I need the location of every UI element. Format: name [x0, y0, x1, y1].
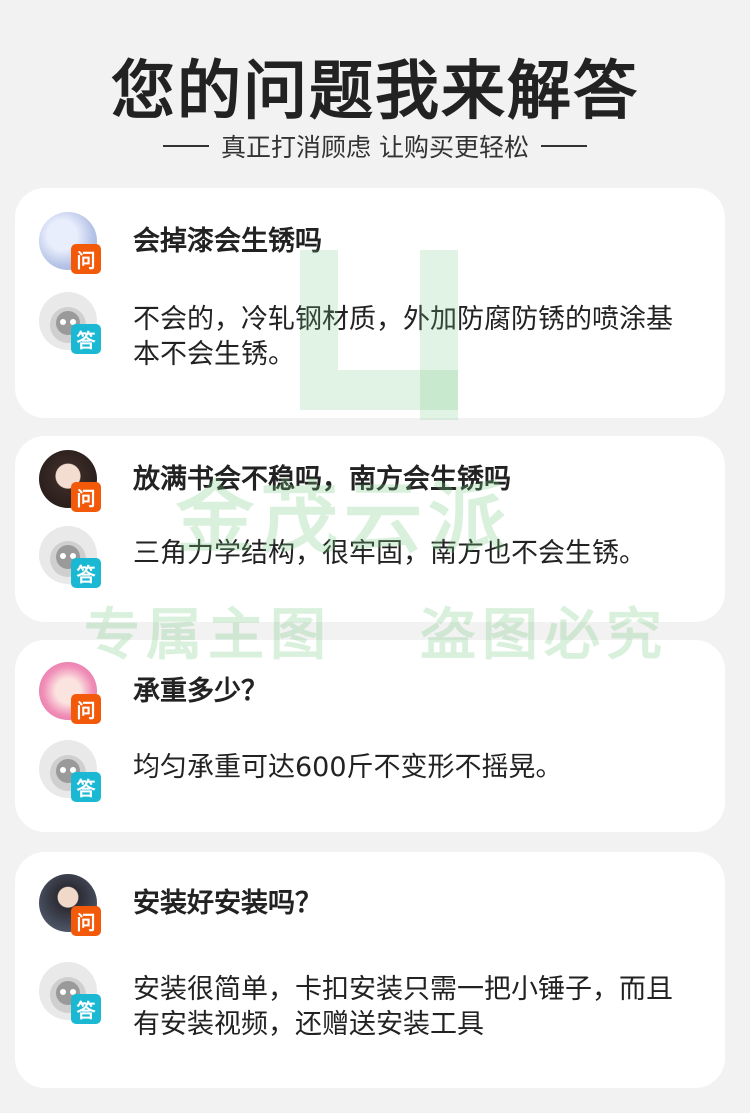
asker-avatar: 问: [39, 874, 101, 936]
answer-row: 答 三角力学结构，很牢固，南方也不会生锈。: [39, 526, 705, 588]
answer-badge: 答: [71, 994, 101, 1024]
answer-row: 答 安装很简单，卡扣安装只需一把小锤子，而且有安装视频，还赠送安装工具: [39, 962, 705, 1042]
question-text: 承重多少？: [133, 676, 268, 707]
seller-avatar: 答: [39, 962, 101, 1024]
question-badge: 问: [71, 694, 101, 724]
subtitle-left-dash: [163, 145, 210, 147]
asker-avatar: 问: [39, 212, 101, 274]
answer-text: 三角力学结构，很牢固，南方也不会生锈。: [133, 538, 646, 569]
seller-avatar: 答: [39, 740, 101, 802]
answer-row: 答 不会的，冷轧钢材质，外加防腐防锈的喷涂基本不会生锈。: [39, 292, 705, 372]
subtitle-text: 真正打消顾虑 让购买更轻松: [221, 133, 529, 162]
qa-card-1: 问 会掉漆会生锈吗 答 不会的，冷轧钢材质，外加防腐防锈的喷涂基本不会生锈。: [15, 188, 725, 418]
question-text: 安装好安装吗？: [133, 888, 322, 919]
question-row: 问 承重多少？: [39, 662, 705, 724]
page-title: 您的问题我来解答: [111, 55, 639, 129]
answer-text: 均匀承重可达600斤不变形不摇晃。: [133, 752, 563, 783]
subtitle-right-dash: [540, 145, 587, 147]
answer-row: 答 均匀承重可达600斤不变形不摇晃。: [39, 740, 705, 802]
answer-badge: 答: [71, 324, 101, 354]
asker-avatar: 问: [39, 662, 101, 724]
answer-text: 不会的，冷轧钢材质，外加防腐防锈的喷涂基本不会生锈。: [133, 304, 673, 370]
asker-avatar: 问: [39, 450, 101, 512]
qa-card-2: 问 放满书会不稳吗，南方会生锈吗 答 三角力学结构，很牢固，南方也不会生锈。: [15, 436, 725, 622]
qa-card-3: 问 承重多少？ 答 均匀承重可达600斤不变形不摇晃。: [15, 640, 725, 832]
qa-card-4: 问 安装好安装吗？ 答 安装很简单，卡扣安装只需一把小锤子，而且有安装视频，还赠…: [15, 852, 725, 1088]
answer-text: 安装很简单，卡扣安装只需一把小锤子，而且有安装视频，还赠送安装工具: [133, 974, 673, 1040]
page-subtitle: 真正打消顾虑 让购买更轻松: [0, 128, 750, 164]
question-row: 问 会掉漆会生锈吗: [39, 212, 705, 274]
question-row: 问 安装好安装吗？: [39, 874, 705, 936]
question-badge: 问: [71, 244, 101, 274]
question-badge: 问: [71, 906, 101, 936]
question-text: 放满书会不稳吗，南方会生锈吗: [133, 464, 511, 495]
question-text: 会掉漆会生锈吗: [133, 226, 322, 257]
answer-badge: 答: [71, 772, 101, 802]
question-row: 问 放满书会不稳吗，南方会生锈吗: [39, 450, 705, 512]
seller-avatar: 答: [39, 292, 101, 354]
question-badge: 问: [71, 482, 101, 512]
seller-avatar: 答: [39, 526, 101, 588]
answer-badge: 答: [71, 558, 101, 588]
